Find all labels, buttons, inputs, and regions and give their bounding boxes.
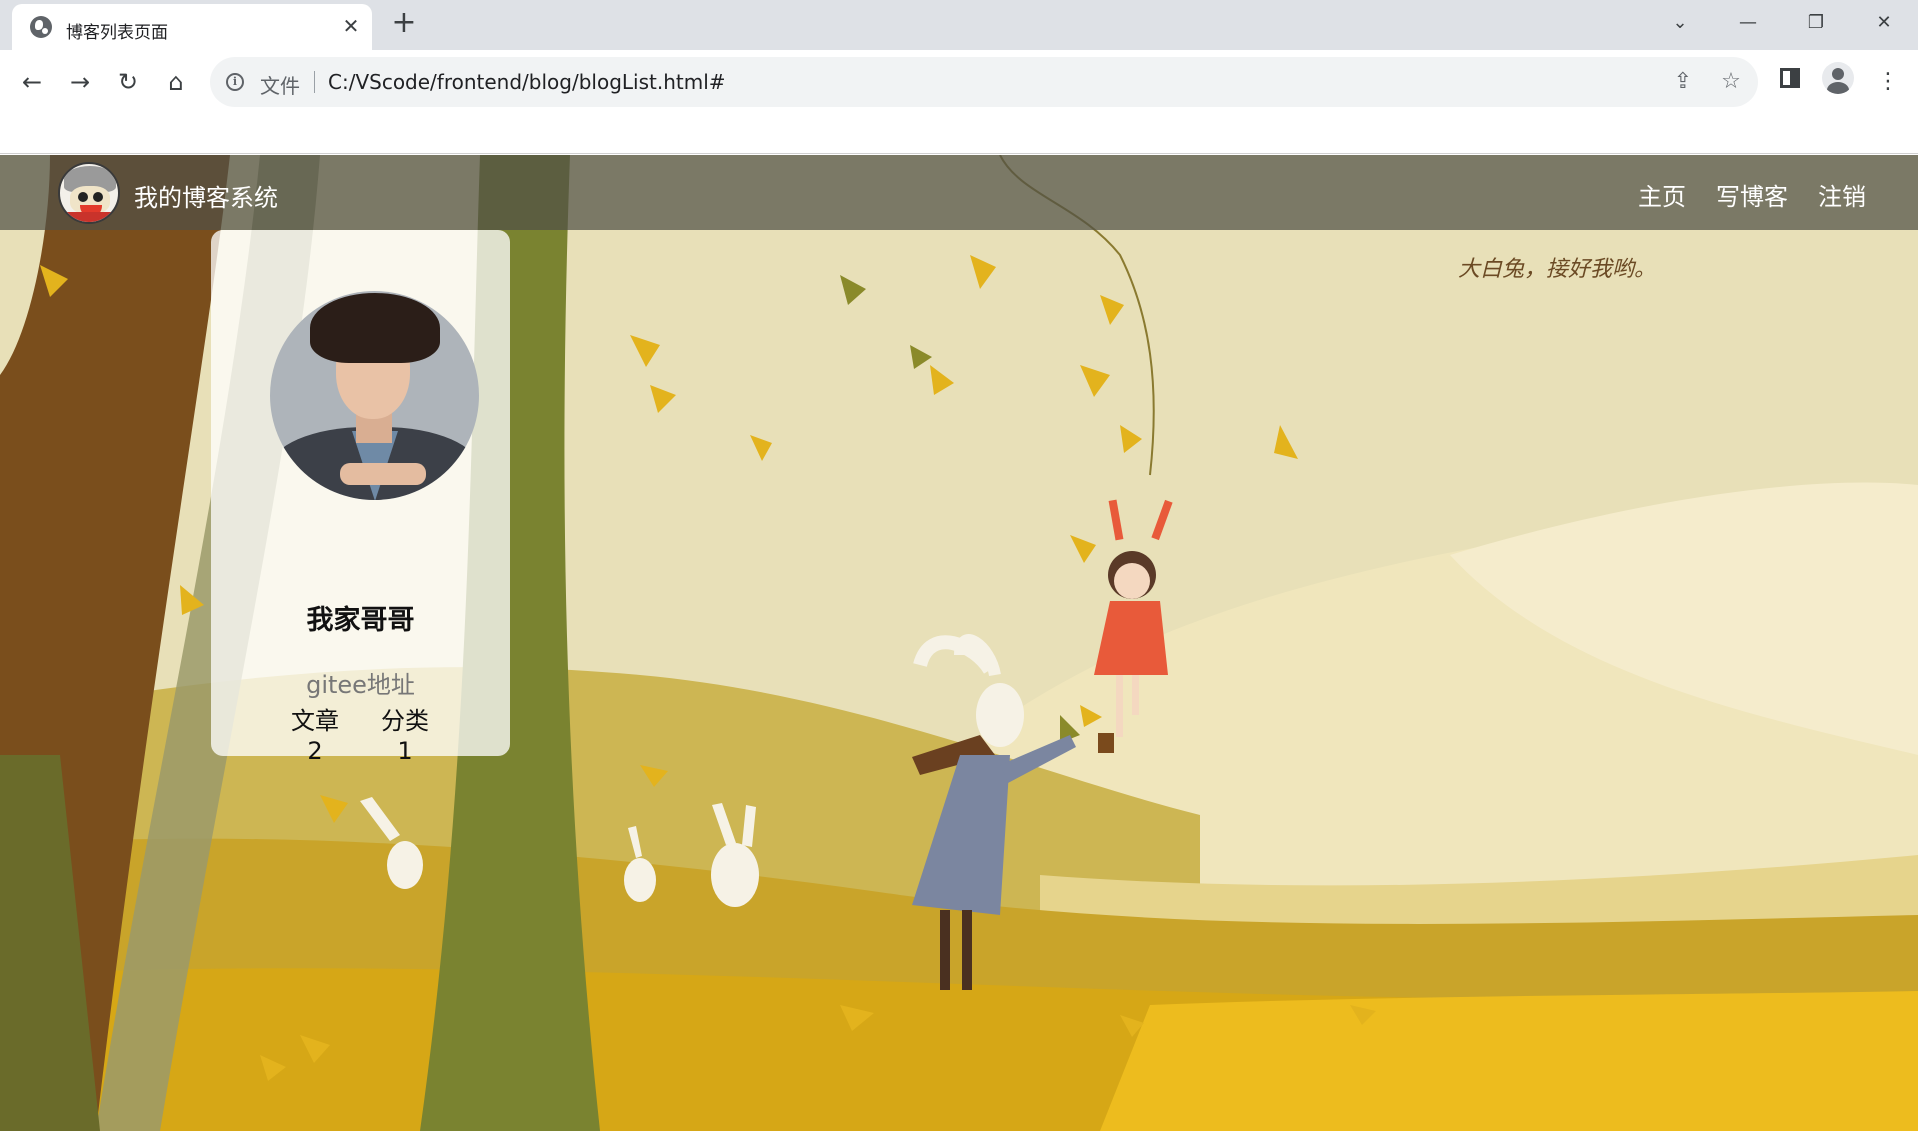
address-bar[interactable]: i 文件 C:/VScode/frontend/blog/blogList.ht…	[210, 57, 1758, 107]
new-tab-button[interactable]: +	[388, 8, 420, 40]
menu-icon[interactable]: ⋮	[1870, 64, 1906, 100]
address-divider	[314, 71, 315, 93]
profile-avatar-icon[interactable]	[1822, 62, 1854, 94]
reload-button[interactable]: ↻	[110, 64, 146, 100]
page-viewport: 我的博客系统 主页 写博客 注销 我家哥哥 gitee地址 文章 2 分类 1 …	[0, 155, 1918, 1131]
browser-tab[interactable]: 博客列表页面 ✕	[12, 4, 372, 50]
nav-link-logout[interactable]: 注销	[1818, 177, 1866, 212]
stat-categories: 分类 1	[365, 706, 445, 766]
site-title: 我的博客系统	[134, 184, 278, 212]
url-text[interactable]: C:/VScode/frontend/blog/blogList.html#	[328, 70, 726, 94]
close-tab-icon[interactable]: ✕	[338, 13, 364, 39]
bookmark-star-icon[interactable]: ☆	[1718, 69, 1744, 95]
stat-articles-value: 2	[307, 737, 323, 765]
forward-button[interactable]: →	[62, 64, 98, 100]
site-logo[interactable]	[58, 162, 120, 224]
protocol-label: 文件	[260, 74, 300, 98]
site-info-icon[interactable]: i	[226, 73, 244, 91]
gitee-link[interactable]: gitee地址	[211, 665, 510, 700]
nav-link-write-blog[interactable]: 写博客	[1716, 177, 1788, 212]
nav-link-home[interactable]: 主页	[1638, 177, 1686, 212]
tab-search-icon[interactable]: ⌄	[1660, 6, 1700, 40]
browser-toolbar: ← → ↻ ⌂ i 文件 C:/VScode/frontend/blog/blo…	[0, 50, 1918, 154]
illustration-caption: 大白兔，接好我哟。	[1458, 257, 1657, 282]
author-profile-card: 我家哥哥 gitee地址 文章 2 分类 1	[211, 230, 510, 765]
stat-articles-label: 文章	[291, 707, 339, 735]
home-button[interactable]: ⌂	[158, 64, 194, 100]
stat-categories-value: 1	[397, 737, 413, 765]
restore-button[interactable]: ❐	[1796, 6, 1836, 40]
browser-tabstrip: 博客列表页面 ✕ + ⌄ — ❐ ✕	[0, 0, 1918, 50]
minimize-button[interactable]: —	[1728, 6, 1768, 40]
tab-title: 博客列表页面	[66, 23, 168, 43]
author-avatar	[270, 291, 479, 500]
back-button[interactable]: ←	[14, 64, 50, 100]
stat-articles: 文章 2	[275, 706, 355, 766]
side-panel-icon[interactable]	[1780, 68, 1800, 88]
stat-categories-label: 分类	[381, 707, 429, 735]
share-icon[interactable]: ⇪	[1670, 69, 1696, 95]
site-navbar: 我的博客系统 主页 写博客 注销	[0, 155, 1918, 230]
author-name: 我家哥哥	[306, 605, 415, 636]
globe-icon	[30, 16, 52, 38]
close-window-button[interactable]: ✕	[1864, 6, 1904, 40]
